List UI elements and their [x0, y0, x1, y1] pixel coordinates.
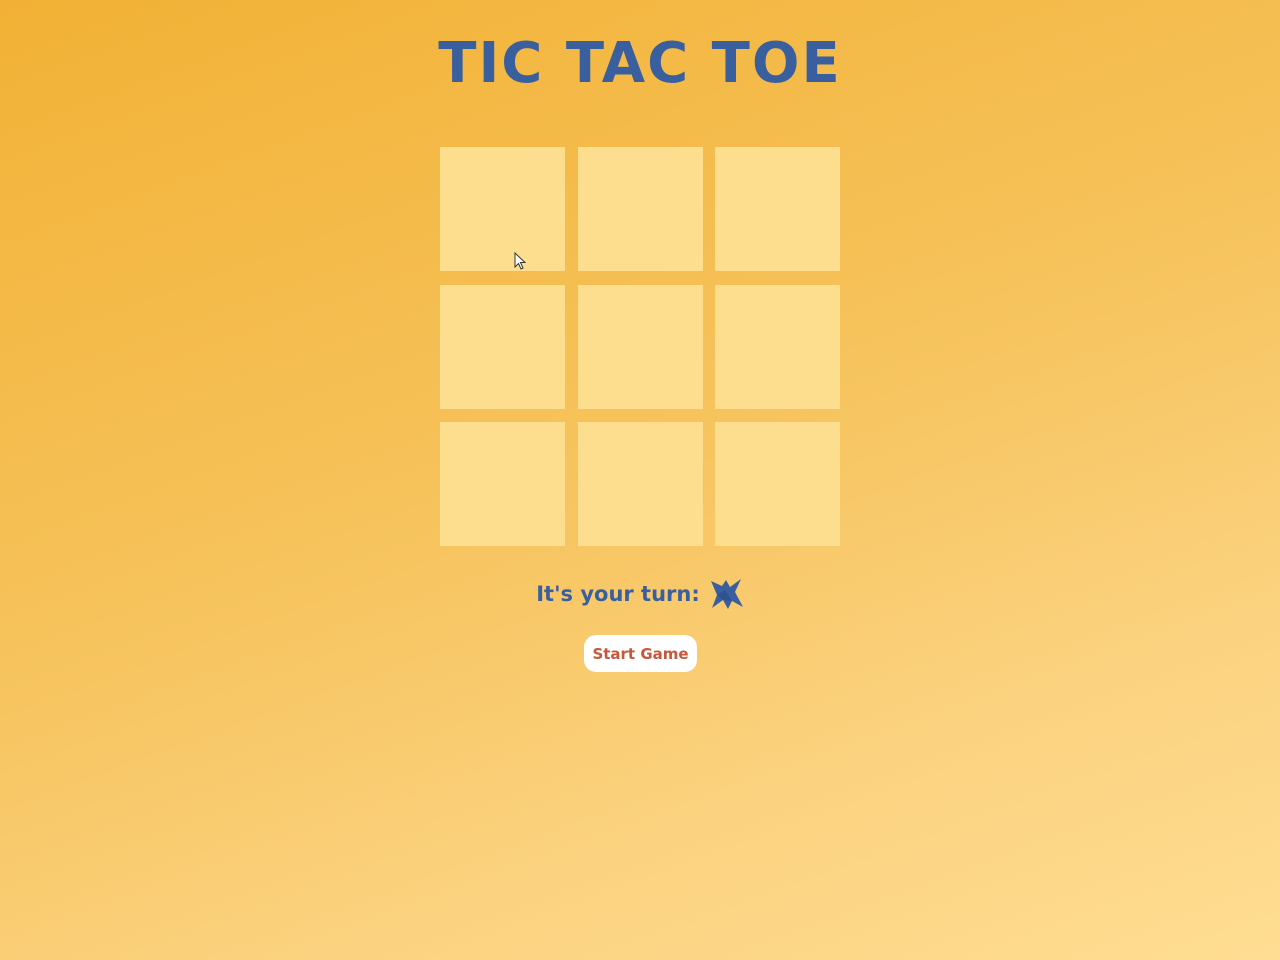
board-cell-9[interactable] — [715, 422, 840, 546]
board-cell-4[interactable] — [440, 284, 565, 409]
turn-status-label: It's your turn: — [536, 582, 700, 606]
board-cell-7[interactable] — [440, 422, 565, 546]
board-cell-5[interactable] — [577, 284, 703, 409]
board-cell-1[interactable] — [440, 147, 565, 271]
board-cell-3[interactable] — [715, 147, 840, 271]
start-game-button[interactable]: Start Game — [584, 635, 697, 672]
board-cell-2[interactable] — [577, 147, 703, 271]
board-cell-8[interactable] — [577, 422, 703, 546]
board-cell-6[interactable] — [715, 284, 840, 409]
turn-status: It's your turn: — [0, 576, 1280, 612]
game-title: TIC TAC TOE — [438, 31, 842, 96]
x-brush-icon — [708, 577, 744, 611]
game-board — [440, 147, 840, 546]
